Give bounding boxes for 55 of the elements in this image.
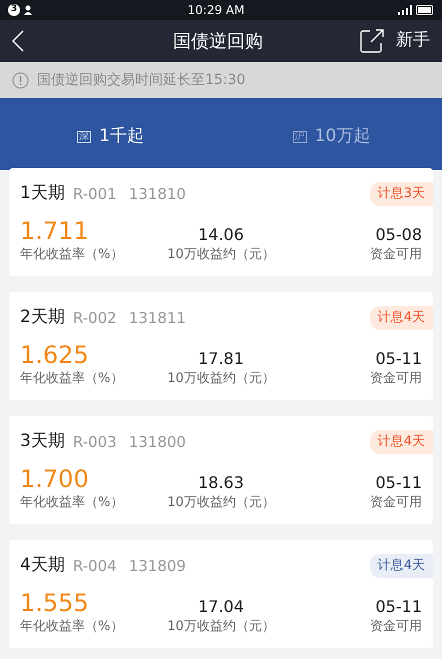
date-label: 资金可用	[370, 494, 422, 512]
income-value: 17.81	[198, 348, 244, 368]
annual-rate: 1.700	[20, 464, 90, 492]
product-code: R-001	[72, 184, 117, 204]
share-icon[interactable]	[360, 29, 384, 53]
signal-icon	[398, 5, 412, 15]
term-label: 2天期	[20, 306, 65, 329]
rate-label: 年化收益率（%）	[20, 370, 124, 388]
available-date: 05-11	[376, 596, 422, 616]
product-card[interactable]: 1天期 R-001 131810 计息3天 1.711 年化收益率（%） 14.06 10万收益约（元） 05-08 资金可用	[9, 168, 433, 276]
interest-days-tag: 计息4天	[370, 554, 433, 578]
income-value: 17.04	[198, 596, 244, 616]
product-code: R-002	[72, 308, 117, 328]
page-title: 国债逆回购	[172, 30, 264, 54]
income-value: 18.63	[198, 472, 244, 492]
product-code: R-004	[72, 556, 117, 576]
person-icon	[24, 5, 34, 15]
product-card[interactable]: 2天期 R-002 131811 计息4天 1.625 年化收益率（%） 17.81 10万收益约（元） 05-11 资金可用	[9, 292, 433, 400]
available-date: 05-08	[376, 224, 422, 244]
battery-icon	[416, 5, 434, 15]
product-number: 131810	[128, 184, 186, 204]
income-label: 10万收益约（元）	[167, 618, 275, 636]
notice-text: 国债逆回购交易时间延长至15:30	[37, 70, 246, 90]
date-label: 资金可用	[370, 370, 422, 388]
date-label: 资金可用	[370, 618, 422, 636]
rate-label: 年化收益率（%）	[20, 494, 124, 512]
rate-label: 年化收益率（%）	[20, 618, 124, 636]
annual-rate: 1.625	[20, 340, 90, 368]
back-icon	[12, 30, 24, 52]
clock-time: 10:29 AM	[186, 2, 246, 19]
interest-days-tag: 计息4天	[370, 306, 433, 330]
annual-rate: 1.711	[20, 216, 90, 244]
notification-count: 3	[8, 4, 20, 16]
product-card[interactable]: 3天期 R-003 131800 计息4天 1.700 年化收益率（%） 18.63 10万收益约（元） 05-11 资金可用	[9, 416, 433, 524]
rate-label: 年化收益率（%）	[20, 246, 124, 264]
product-number: 131809	[128, 556, 186, 576]
date-label: 资金可用	[370, 246, 422, 264]
income-label: 10万收益约（元）	[167, 246, 275, 264]
product-number: 131811	[128, 308, 186, 328]
interest-days-tag: 计息4天	[370, 430, 433, 454]
interest-days-tag: 计息3天	[370, 182, 433, 206]
income-label: 10万收益约（元）	[167, 494, 275, 512]
product-card[interactable]: 4天期 R-004 131809 计息4天 1.555 年化收益率（%） 17.04 10万收益约（元） 05-11 资金可用	[9, 540, 433, 648]
beginner-button[interactable]: 新手	[396, 28, 430, 54]
income-label: 10万收益约（元）	[167, 370, 275, 388]
income-value: 14.06	[198, 224, 244, 244]
product-code: R-003	[72, 432, 117, 452]
available-date: 05-11	[376, 472, 422, 492]
term-label: 1天期	[20, 182, 65, 205]
info-icon	[12, 72, 29, 88]
term-label: 3天期	[20, 430, 65, 453]
available-date: 05-11	[376, 348, 422, 368]
product-number: 131800	[128, 432, 186, 452]
term-label: 4天期	[20, 554, 65, 577]
annual-rate: 1.555	[20, 588, 90, 616]
